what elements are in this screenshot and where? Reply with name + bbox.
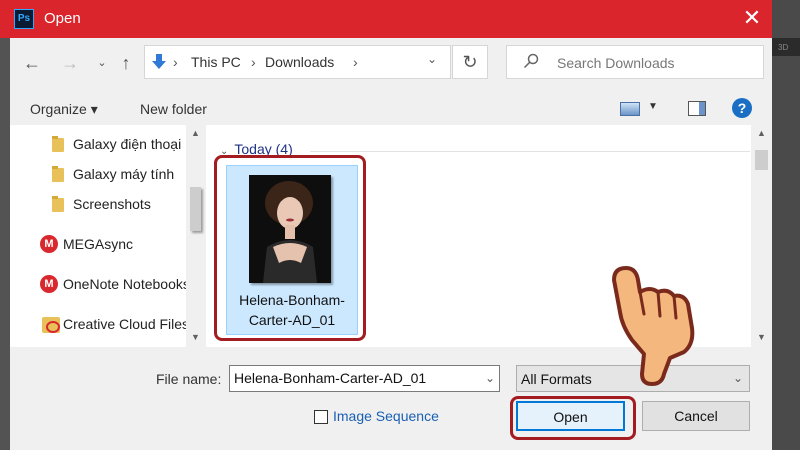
sidebar-item-galaxy-dien-thoai[interactable]: Galaxy điện thoại [10, 131, 186, 159]
sidebar-item-label: Galaxy điện thoại [73, 136, 182, 152]
sidebar-item-label: Creative Cloud Files [63, 316, 186, 332]
address-dropdown-chevron-icon[interactable]: ⌄ [427, 52, 437, 66]
open-highlight-box [510, 396, 636, 440]
downloads-arrow-icon [152, 54, 166, 69]
sidebar-item-galaxy-may-tinh[interactable]: Galaxy máy tính [10, 161, 186, 189]
sidebar-item-screenshots[interactable]: Screenshots [10, 191, 186, 219]
search-box[interactable]: Search Downloads [506, 45, 764, 79]
title-bar: Ps Open ✕ [0, 0, 772, 38]
file-name-dropdown-chevron-icon[interactable]: ⌄ [485, 371, 495, 385]
sidebar-item-onenote[interactable]: M OneNote Notebooks [10, 271, 186, 299]
breadcrumb-separator: › [353, 54, 358, 70]
photoshop-logo-icon: Ps [14, 9, 34, 29]
group-divider [310, 151, 750, 152]
scroll-up-icon[interactable]: ▲ [751, 125, 772, 141]
content-scrollbar[interactable]: ▲ ▼ [751, 125, 772, 347]
file-highlight-box [214, 155, 366, 341]
breadcrumb-downloads[interactable]: Downloads [265, 54, 334, 70]
refresh-icon[interactable]: ↻ [452, 45, 488, 79]
scroll-down-icon[interactable]: ▼ [751, 329, 772, 345]
background-panel-left [0, 38, 10, 450]
creative-cloud-icon [42, 317, 60, 333]
organize-menu[interactable]: Organize ▾ [30, 101, 98, 118]
background-tab: 3D [772, 38, 800, 56]
change-view-icon[interactable] [620, 102, 640, 116]
format-dropdown-chevron-icon[interactable]: ⌄ [733, 371, 743, 385]
sidebar-item-label: Galaxy máy tính [73, 166, 175, 182]
sidebar-scrollbar[interactable]: ▲ ▼ [186, 125, 205, 347]
image-sequence-checkbox[interactable] [314, 410, 328, 424]
close-icon[interactable]: ✕ [740, 6, 764, 30]
scrollbar-thumb[interactable] [190, 187, 201, 231]
mega-icon: M [40, 235, 58, 253]
back-arrow-icon[interactable]: ← [20, 52, 44, 76]
background-panel: 3D [772, 0, 800, 450]
format-value: All Formats [521, 371, 592, 387]
image-sequence-label: Image Sequence [333, 408, 439, 424]
sidebar-item-creative-cloud[interactable]: Creative Cloud Files [10, 311, 186, 339]
up-arrow-icon[interactable]: ↑ [114, 52, 138, 76]
navigation-pane: Galaxy điện thoại Galaxy máy tính Screen… [10, 125, 205, 347]
navigation-bar: ← → ⌄ ↑ › This PC › Downloads › ⌄ ↻ Sear… [10, 38, 772, 88]
cancel-button[interactable]: Cancel [642, 401, 750, 431]
scrollbar-thumb[interactable] [755, 150, 768, 170]
file-name-field[interactable]: Helena-Bonham-Carter-AD_01 ⌄ [229, 365, 500, 392]
new-folder-button[interactable]: New folder [140, 101, 207, 117]
sidebar-item-megasync[interactable]: M MEGAsync [10, 231, 186, 259]
pointing-hand-icon [612, 266, 695, 386]
breadcrumb-separator: › [251, 54, 256, 70]
mega-icon: M [40, 275, 58, 293]
folder-icon [52, 136, 64, 152]
breadcrumb-this-pc[interactable]: This PC [191, 54, 241, 70]
sidebar-item-label: OneNote Notebooks [63, 276, 186, 292]
address-bar[interactable]: › This PC › Downloads › ⌄ [144, 45, 451, 79]
forward-arrow-icon[interactable]: → [58, 52, 82, 76]
file-name-label: File name: [156, 371, 222, 387]
sidebar-item-label: MEGAsync [63, 236, 134, 252]
help-icon[interactable]: ? [732, 98, 752, 118]
window-title: Open [44, 10, 81, 27]
command-bar: Organize ▾ New folder ▼ ? [10, 93, 772, 125]
view-options-chevron-icon[interactable]: ▼ [648, 101, 658, 112]
recent-locations-chevron-icon[interactable]: ⌄ [90, 52, 114, 76]
scroll-up-icon[interactable]: ▲ [186, 125, 205, 141]
file-name-value: Helena-Bonham-Carter-AD_01 [234, 370, 427, 386]
preview-pane-icon[interactable] [688, 101, 706, 116]
search-placeholder: Search Downloads [557, 55, 675, 71]
folder-icon [52, 166, 64, 182]
scroll-down-icon[interactable]: ▼ [186, 329, 205, 345]
folder-icon [52, 196, 64, 212]
search-icon [523, 53, 539, 69]
breadcrumb-separator: › [173, 54, 178, 70]
sidebar-item-label: Screenshots [73, 196, 151, 212]
